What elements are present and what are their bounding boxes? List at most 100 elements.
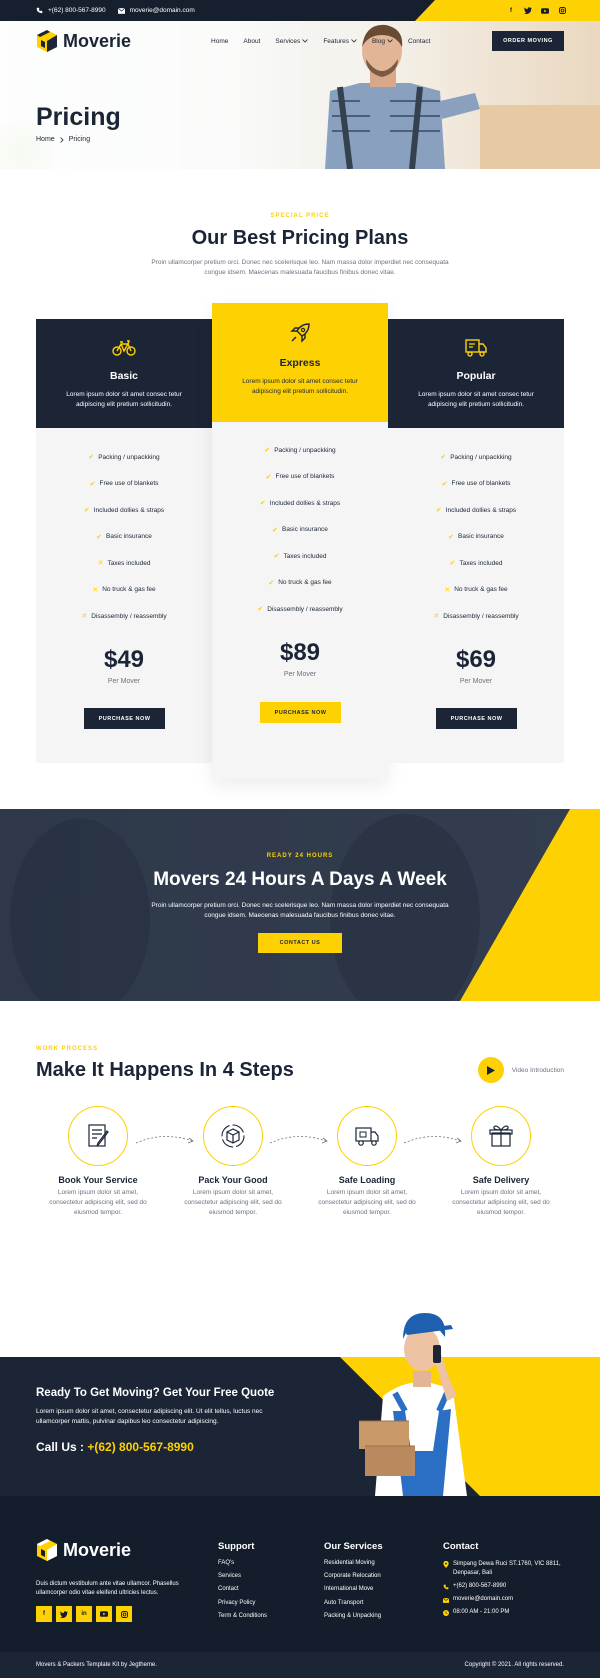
feature-label: Basic insurance: [281, 526, 328, 534]
plan-feature: ✔ Free use of blankets: [212, 464, 388, 491]
quote-desc: Lorem ipsum dolor sit amet, consectetur …: [36, 1408, 263, 1425]
footer-link[interactable]: Term & Conditions: [218, 1613, 267, 1626]
check-icon: ✔: [441, 480, 448, 488]
pricing-desc: Proin ullamcorper pretium orci. Donec ne…: [151, 259, 449, 276]
chevron-down-icon: [351, 39, 357, 43]
topbar-phone[interactable]: +(62) 800-567-8990: [36, 7, 106, 14]
pricing-card-popular: Popular Lorem ipsum dolor sit amet conse…: [388, 319, 564, 763]
linkedin-icon[interactable]: in: [76, 1606, 92, 1622]
footer-link[interactable]: Residential Moving: [324, 1560, 383, 1573]
rocket-icon: [290, 323, 310, 343]
plan-feature: ✔ Packing / unpackking: [388, 444, 564, 471]
plan-desc: Lorem ipsum dolor sit amet consec tetur …: [66, 391, 182, 408]
instagram-icon[interactable]: [116, 1606, 132, 1622]
mail-icon: [443, 1597, 449, 1603]
box-icon: [221, 1124, 245, 1148]
check-icon: ✔: [96, 533, 102, 541]
plan-feature: ✔ Packing / unpackking: [212, 437, 388, 464]
footer-services-links: Residential Moving Corporate Relocation …: [324, 1560, 383, 1626]
youtube-icon[interactable]: [541, 7, 549, 15]
play-icon[interactable]: [477, 1057, 504, 1083]
plan-feature: ✔ Disassembly / reassembly: [212, 596, 388, 623]
quote-call-number: +(62) 800-567-8990: [87, 1440, 194, 1454]
bicycle-icon: [112, 340, 136, 356]
check-icon: ✔: [259, 500, 266, 508]
video-introduction[interactable]: Video Introduction: [477, 1057, 564, 1083]
check-icon: ✔: [265, 473, 272, 481]
footer-support-title: Support: [218, 1541, 255, 1552]
quote-title: Ready To Get Moving? Get Your Free Quote: [36, 1387, 275, 1399]
feature-label: Taxes included: [107, 559, 151, 567]
clock-icon: [443, 1610, 449, 1617]
plan-name: Popular: [456, 370, 496, 382]
step-icon-circle: [203, 1106, 263, 1166]
check-icon: ✔: [268, 579, 275, 587]
footer-email: moverie@domain.com: [453, 1596, 514, 1603]
nav-item-blog[interactable]: Blog: [372, 38, 393, 45]
order-moving-button[interactable]: ORDER MOVING: [492, 31, 564, 51]
topbar-socials: f: [507, 0, 566, 21]
footer-link[interactable]: International Move: [324, 1586, 383, 1599]
footer-link[interactable]: Privacy Policy: [218, 1600, 267, 1613]
purchase-button[interactable]: PURCHASE NOW: [84, 708, 165, 729]
plan-desc: Lorem ipsum dolor sit amet consec tetur …: [242, 378, 358, 395]
check-icon: ✔: [272, 526, 278, 534]
quote-call[interactable]: Call Us : +(62) 800-567-8990: [36, 1440, 194, 1454]
plan-feature: ✔ Included dollies & straps: [388, 497, 564, 524]
brand-name: Moverie: [63, 30, 132, 51]
nav-item-home[interactable]: Home: [211, 38, 228, 45]
plan-feature: ✔ Basic insurance: [36, 524, 212, 551]
footer-credit: Movers & Packers Template Kit by Jegthem…: [36, 1662, 157, 1668]
footer-socials: f in: [36, 1606, 132, 1622]
nav-item-features[interactable]: Features: [323, 38, 357, 45]
step-title: Pack Your Good: [198, 1175, 268, 1185]
instagram-icon[interactable]: [558, 7, 566, 15]
plan-feature: ✔ Included dollies & straps: [212, 490, 388, 517]
footer-contact-list: Simpang Dewa Ruci ST.1760, VIC 8811, Den…: [443, 1560, 573, 1623]
chevron-down-icon: [302, 39, 309, 43]
step-icon-circle: [337, 1106, 397, 1166]
cross-icon: ✕: [97, 560, 104, 568]
breadcrumb-home[interactable]: Home: [36, 136, 55, 143]
footer-link[interactable]: Corporate Relocation: [324, 1573, 383, 1586]
nav-item-services[interactable]: Services: [275, 38, 309, 45]
check-icon: ✔: [88, 454, 95, 462]
contact-us-button[interactable]: CONTACT US: [258, 933, 342, 953]
process-step: Book Your Service Lorem ipsum dolor sit …: [31, 1106, 165, 1217]
nav-item-label: Home: [211, 37, 229, 45]
plan-price: $69: [455, 645, 497, 673]
footer-link[interactable]: Packing & Unpacking: [324, 1613, 383, 1626]
process-step: Safe Delivery Lorem ipsum dolor sit amet…: [434, 1106, 568, 1217]
purchase-button[interactable]: PURCHASE NOW: [436, 708, 517, 729]
pricing-eyebrow: SPECIAL PRICE: [270, 213, 330, 219]
facebook-icon[interactable]: f: [507, 7, 515, 15]
breadcrumb-current: Pricing: [68, 136, 91, 143]
footer-link[interactable]: FAQ's: [218, 1560, 267, 1573]
nav-item-contact[interactable]: Contact: [408, 38, 430, 45]
twitter-icon[interactable]: [524, 7, 532, 15]
footer-logo[interactable]: Moverie: [36, 1538, 131, 1562]
footer-link[interactable]: Auto Transport: [324, 1600, 383, 1613]
feature-label: Free use of blankets: [451, 480, 511, 488]
feature-label: Disassembly / reassembly: [267, 605, 343, 613]
footer-contact-item: Simpang Dewa Ruci ST.1760, VIC 8811, Den…: [443, 1560, 573, 1583]
feature-label: Disassembly / reassembly: [91, 612, 167, 620]
footer-contact-item[interactable]: +(62) 800-567-8990: [443, 1583, 573, 1596]
nav-item-about[interactable]: About: [243, 38, 260, 45]
topbar-email[interactable]: moverie@domain.com: [117, 7, 195, 14]
footer-link[interactable]: Services: [218, 1573, 267, 1586]
pricing-card-header: Express Lorem ipsum dolor sit amet conse…: [212, 303, 388, 422]
youtube-icon[interactable]: [96, 1606, 112, 1622]
plan-price: $49: [103, 645, 145, 673]
footer-link[interactable]: Contact: [218, 1586, 267, 1599]
facebook-icon[interactable]: f: [36, 1606, 52, 1622]
pricing-card-header: Basic Lorem ipsum dolor sit amet consec …: [36, 319, 212, 428]
purchase-button[interactable]: PURCHASE NOW: [260, 702, 341, 723]
twitter-icon[interactable]: [56, 1606, 72, 1622]
document-icon: [88, 1124, 109, 1147]
chevron-right-icon: [59, 136, 64, 143]
step-icon-circle: [471, 1106, 531, 1166]
movers-24h-banner: READY 24 HOURS Movers 24 Hours A Days A …: [0, 809, 600, 1001]
footer-contact-item[interactable]: moverie@domain.com: [443, 1596, 573, 1609]
brand-logo[interactable]: Moverie: [36, 29, 131, 53]
